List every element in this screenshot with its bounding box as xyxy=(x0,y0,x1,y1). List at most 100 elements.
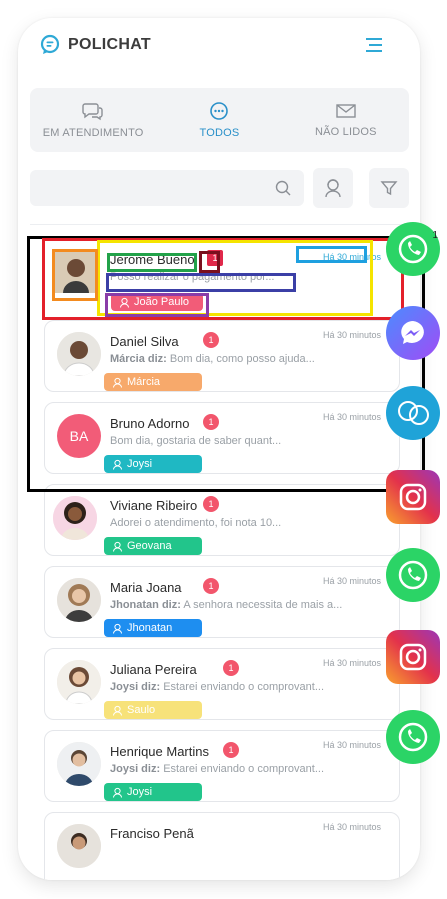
whatsapp-channel[interactable]: 1 xyxy=(386,222,440,276)
timestamp: Há 30 minutos xyxy=(322,330,381,340)
envelope-icon xyxy=(336,104,356,118)
search-row xyxy=(30,168,409,208)
avatar xyxy=(57,578,101,622)
unread-badge: 1 xyxy=(207,250,223,266)
message-preview: Joysi diz: Estarei enviando o comprovant… xyxy=(110,763,375,775)
instagram-channel[interactable] xyxy=(386,630,440,684)
timestamp: Há 30 minutos xyxy=(322,576,381,586)
conversation-card[interactable]: Henrique Martins 1 Há 30 minutos Joysi d… xyxy=(44,730,400,802)
message-text: A senhora necessita de mais a... xyxy=(183,599,343,611)
filter-button[interactable] xyxy=(369,168,409,208)
avatar xyxy=(57,824,101,868)
avatar-photo-icon xyxy=(57,742,101,786)
whatsapp-icon xyxy=(398,560,428,590)
agent-icon xyxy=(120,297,129,308)
tab-label: EM ATENDIMENTO xyxy=(42,127,144,139)
agent-tag[interactable]: Saulo xyxy=(104,701,202,719)
tab-nao-lidos[interactable]: NÃO LIDOS xyxy=(283,88,409,152)
agent-name: Joysi xyxy=(127,458,153,470)
conversation-card[interactable]: Daniel Silva 1 Há 30 minutos Márcia diz:… xyxy=(44,320,400,392)
filter-icon xyxy=(380,181,398,196)
message-text: Bom dia, gostaria de saber quant... xyxy=(110,435,282,447)
message-author: Márcia diz: xyxy=(110,353,167,365)
conversation-card[interactable]: Jerome Bueno 1 Há 30 minutos Posso reali… xyxy=(44,238,400,311)
avatar xyxy=(55,251,97,293)
timestamp: Há 30 minutos xyxy=(322,412,381,422)
message-text: Bom dia, como posso ajuda... xyxy=(169,353,315,365)
app-header: POLICHAT xyxy=(18,18,420,78)
timestamp: Há 30 minutos xyxy=(322,658,381,668)
unread-badge: 1 xyxy=(203,578,219,594)
agent-icon xyxy=(113,459,122,470)
avatar-photo-icon xyxy=(57,824,101,868)
whatsapp-channel[interactable] xyxy=(386,710,440,764)
agent-filter-button[interactable] xyxy=(313,168,353,208)
message-preview: Adorei o atendimento, foi nota 10... xyxy=(110,517,375,529)
whatsapp-icon xyxy=(398,234,428,264)
messenger-channel[interactable] xyxy=(386,306,440,360)
tab-em-atendimento[interactable]: EM ATENDIMENTO xyxy=(30,88,156,152)
contact-name: Maria Joana xyxy=(110,580,182,595)
avatar-photo-icon xyxy=(57,660,101,704)
agent-tag[interactable]: Joysi xyxy=(104,783,202,801)
conversation-tabs: EM ATENDIMENTO TODOS NÃO LIDOS xyxy=(30,88,409,152)
contact-name: Jerome Bueno xyxy=(110,252,195,267)
conversation-card[interactable]: Franciso Penã Há 30 minutos xyxy=(44,812,400,880)
contact-name: Viviane Ribeiro xyxy=(110,498,198,513)
chat-dots-icon xyxy=(210,102,229,120)
instagram-channel[interactable] xyxy=(386,470,440,524)
agent-tag[interactable]: Márcia xyxy=(104,373,202,391)
search-input[interactable] xyxy=(30,170,304,206)
agent-icon xyxy=(113,377,122,388)
conversation-card[interactable]: Juliana Pereira 1 Há 30 minutos Joysi di… xyxy=(44,648,400,720)
chat-bubbles-icon xyxy=(82,103,103,121)
whatsapp-channel[interactable] xyxy=(386,548,440,602)
instagram-icon xyxy=(399,643,427,671)
message-preview: Joysi diz: Estarei enviando o comprovant… xyxy=(110,681,375,693)
hamburger-menu-icon xyxy=(366,38,382,52)
agent-tag[interactable]: Joysi xyxy=(104,455,202,473)
agent-icon xyxy=(113,623,122,634)
logo: POLICHAT xyxy=(40,34,151,56)
avatar-photo-icon xyxy=(55,251,97,293)
unread-badge: 1 xyxy=(203,332,219,348)
chat-channel[interactable] xyxy=(386,386,440,440)
contact-name: Juliana Pereira xyxy=(110,662,197,677)
message-preview: Márcia diz: Bom dia, como posso ajuda... xyxy=(110,353,375,365)
app-title: POLICHAT xyxy=(68,36,151,53)
avatar xyxy=(53,496,97,540)
agent-tag[interactable]: Jhonatan xyxy=(104,619,202,637)
divider xyxy=(30,224,409,225)
tab-label: NÃO LIDOS xyxy=(314,126,377,138)
conversation-card[interactable]: Viviane Ribeiro 1 Adorei o atendimento, … xyxy=(44,484,400,556)
message-text: Estarei enviando o comprovant... xyxy=(163,763,324,775)
messenger-icon xyxy=(401,321,424,344)
avatar-photo-icon xyxy=(57,578,101,622)
agent-name: Geovana xyxy=(127,540,172,552)
unread-badge: 1 xyxy=(223,742,239,758)
tab-todos[interactable]: TODOS xyxy=(156,88,282,152)
whatsapp-icon xyxy=(398,722,428,752)
search-icon[interactable] xyxy=(274,179,292,197)
avatar xyxy=(57,660,101,704)
unread-badge: 1 xyxy=(203,414,219,430)
agent-name: Saulo xyxy=(127,704,156,716)
avatar-photo-icon xyxy=(53,496,97,540)
menu-button[interactable] xyxy=(366,36,384,54)
timestamp: Há 30 minutos xyxy=(322,822,381,832)
unread-badge: 1 xyxy=(203,496,219,512)
agent-name: Jhonatan xyxy=(127,622,173,634)
agent-icon xyxy=(113,705,122,716)
message-text: Estarei enviando o comprovant... xyxy=(163,681,324,693)
contact-name: Franciso Penã xyxy=(110,826,194,841)
channel-icons: 1 xyxy=(386,220,442,780)
conversation-card[interactable]: BA Bruno Adorno 1 Há 30 minutos Bom dia,… xyxy=(44,402,400,474)
agent-icon xyxy=(113,541,122,552)
agent-tag[interactable]: Geovana xyxy=(104,537,202,555)
contact-name: Bruno Adorno xyxy=(110,416,190,431)
conversation-card[interactable]: Maria Joana 1 Há 30 minutos Jhonatan diz… xyxy=(44,566,400,638)
avatar xyxy=(57,742,101,786)
agent-icon xyxy=(113,787,122,798)
agent-tag[interactable]: João Paulo xyxy=(111,293,203,311)
unread-badge: 1 xyxy=(223,660,239,676)
